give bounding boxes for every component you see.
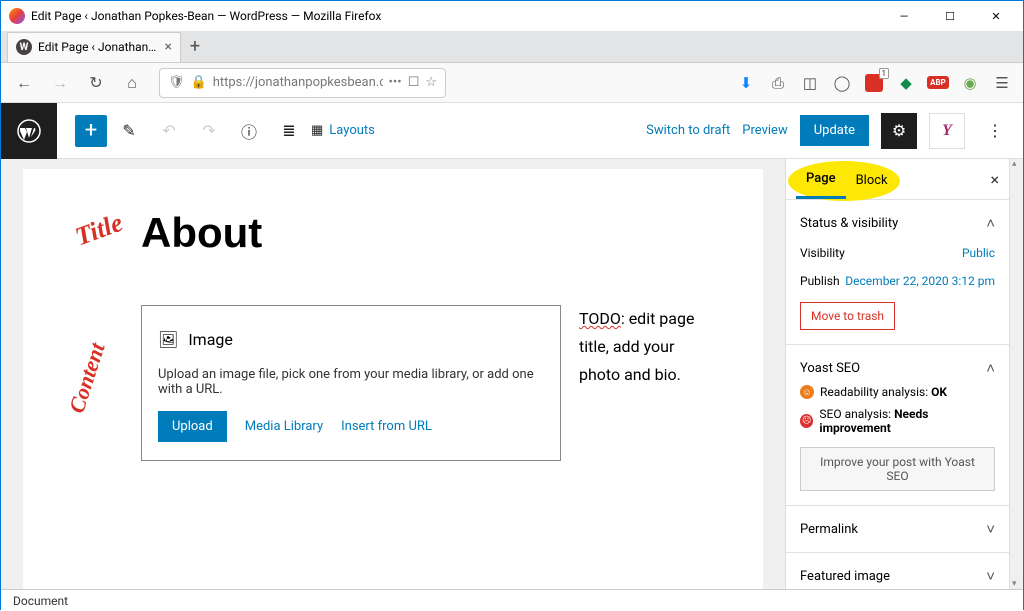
chevron-up-icon: ˄ [986, 214, 995, 232]
settings-sidebar: Page Block × Status & visibility ˄ Visib… [785, 159, 1009, 589]
more-options-button[interactable]: ⋮ [977, 113, 1013, 149]
tab-block[interactable]: Block [846, 161, 898, 198]
browser-tabs: W Edit Page ‹ Jonathan Popkes-B × + [1, 31, 1023, 63]
url-input[interactable] [213, 75, 383, 90]
todo-label: TODO [579, 309, 621, 328]
chevron-down-icon: ˅ [986, 520, 995, 538]
chevron-up-icon: ˄ [986, 359, 995, 377]
outline-button[interactable]: ≣ [271, 113, 307, 149]
yoast-button[interactable]: Y [929, 113, 965, 149]
more-icon[interactable]: ••• [389, 75, 402, 90]
browser-tab[interactable]: W Edit Page ‹ Jonathan Popkes-B × [7, 32, 181, 62]
browser-navbar: ← → ↻ ⌂ 🛡 🔒 ••• ☐ ☆ ⬇ ⎙ ◫ ◯ 1 ◆ ABP ◉ ☰ [1, 63, 1023, 103]
upload-button[interactable]: Upload [158, 411, 227, 442]
info-button[interactable]: ⓘ [231, 113, 267, 149]
reload-button[interactable]: ↻ [81, 68, 111, 98]
vertical-scrollbar[interactable] [1009, 159, 1023, 589]
readability-dot-icon: ☺ [800, 385, 814, 399]
status-visibility-panel[interactable]: Status & visibility ˄ [800, 214, 995, 232]
reader-icon[interactable]: ☐ [408, 75, 420, 90]
publish-value[interactable]: December 22, 2020 3:12 pm [845, 274, 995, 288]
publish-label: Publish [800, 274, 840, 288]
visibility-value[interactable]: Public [962, 246, 995, 260]
download-icon[interactable]: ⬇ [733, 70, 759, 96]
featured-image-panel[interactable]: Featured image ˅ [800, 567, 995, 585]
tab-close-icon[interactable]: × [165, 39, 172, 55]
redo-button[interactable]: ↷ [191, 113, 227, 149]
chevron-down-icon: ˅ [986, 567, 995, 585]
readability-value: OK [931, 385, 947, 399]
forward-button[interactable]: → [45, 68, 75, 98]
tab-label: Edit Page ‹ Jonathan Popkes-B [38, 40, 159, 54]
lock-icon: 🔒 [191, 75, 207, 90]
add-block-button[interactable]: + [75, 115, 107, 147]
tab-page[interactable]: Page [796, 159, 846, 199]
move-to-trash-button[interactable]: Move to trash [800, 302, 895, 330]
image-block-desc: Upload an image file, pick one from your… [158, 367, 544, 397]
insert-from-url-link[interactable]: Insert from URL [341, 419, 432, 434]
editor-canvas-area: Title Content About 🖼 Image Upload an im… [1, 159, 785, 589]
image-icon: 🖼 [158, 330, 178, 349]
wordpress-logo[interactable] [1, 103, 57, 159]
page-title[interactable]: About [141, 209, 743, 257]
sidebar-icon[interactable]: ◫ [797, 70, 823, 96]
edit-modes-button[interactable]: ✎ [111, 113, 147, 149]
window-close[interactable]: ✕ [973, 2, 1019, 30]
status-text: Document [13, 594, 68, 608]
undo-button[interactable]: ↶ [151, 113, 187, 149]
url-bar[interactable]: 🛡 🔒 ••• ☐ ☆ [159, 68, 446, 98]
account-icon[interactable]: ◯ [829, 70, 855, 96]
home-button[interactable]: ⌂ [117, 68, 147, 98]
extension-icon-1[interactable]: 1 [861, 70, 887, 96]
window-title: Edit Page ‹ Jonathan Popkes-Bean — WordP… [31, 9, 881, 23]
bookmark-icon[interactable]: ☆ [425, 75, 437, 90]
image-block-heading: Image [188, 330, 233, 349]
switch-to-draft[interactable]: Switch to draft [646, 123, 730, 138]
sidebar-close-icon[interactable]: × [990, 170, 999, 189]
update-button[interactable]: Update [800, 115, 869, 146]
library-icon[interactable]: ⎙ [765, 70, 791, 96]
wp-toolbar: + ✎ ↶ ↷ ⓘ ≣ ▦Layouts Switch to draft Pre… [1, 103, 1023, 159]
visibility-label: Visibility [800, 246, 845, 260]
adblock-icon[interactable]: ABP [925, 70, 951, 96]
preview-button[interactable]: Preview [742, 123, 787, 138]
wordpress-favicon: W [16, 39, 32, 55]
yoast-seo-panel[interactable]: Yoast SEO ˄ [800, 359, 995, 377]
window-maximize[interactable]: ☐ [927, 2, 973, 30]
annotation-title: Title [71, 208, 126, 253]
hamburger-menu[interactable]: ☰ [989, 70, 1015, 96]
annotation-content: Content [64, 340, 111, 417]
media-library-link[interactable]: Media Library [245, 419, 323, 434]
new-tab-button[interactable]: + [181, 33, 209, 61]
window-titlebar: Edit Page ‹ Jonathan Popkes-Bean — WordP… [1, 1, 1023, 31]
back-button[interactable]: ← [9, 68, 39, 98]
extension-icon-3[interactable]: ◉ [957, 70, 983, 96]
paragraph-block[interactable]: TODO: edit page title, add your photo an… [579, 305, 709, 461]
seo-dot-icon: ☹ [800, 414, 813, 428]
window-minimize[interactable]: — [881, 2, 927, 30]
permalink-panel[interactable]: Permalink ˅ [800, 520, 995, 538]
image-block[interactable]: 🖼 Image Upload an image file, pick one f… [141, 305, 561, 461]
firefox-icon [9, 8, 25, 24]
settings-gear-button[interactable]: ⚙ [881, 113, 917, 149]
layouts-button[interactable]: ▦Layouts [311, 123, 375, 138]
extension-icon-2[interactable]: ◆ [893, 70, 919, 96]
improve-yoast-button[interactable]: Improve your post with Yoast SEO [800, 447, 995, 491]
shield-icon[interactable]: 🛡 [168, 75, 185, 90]
